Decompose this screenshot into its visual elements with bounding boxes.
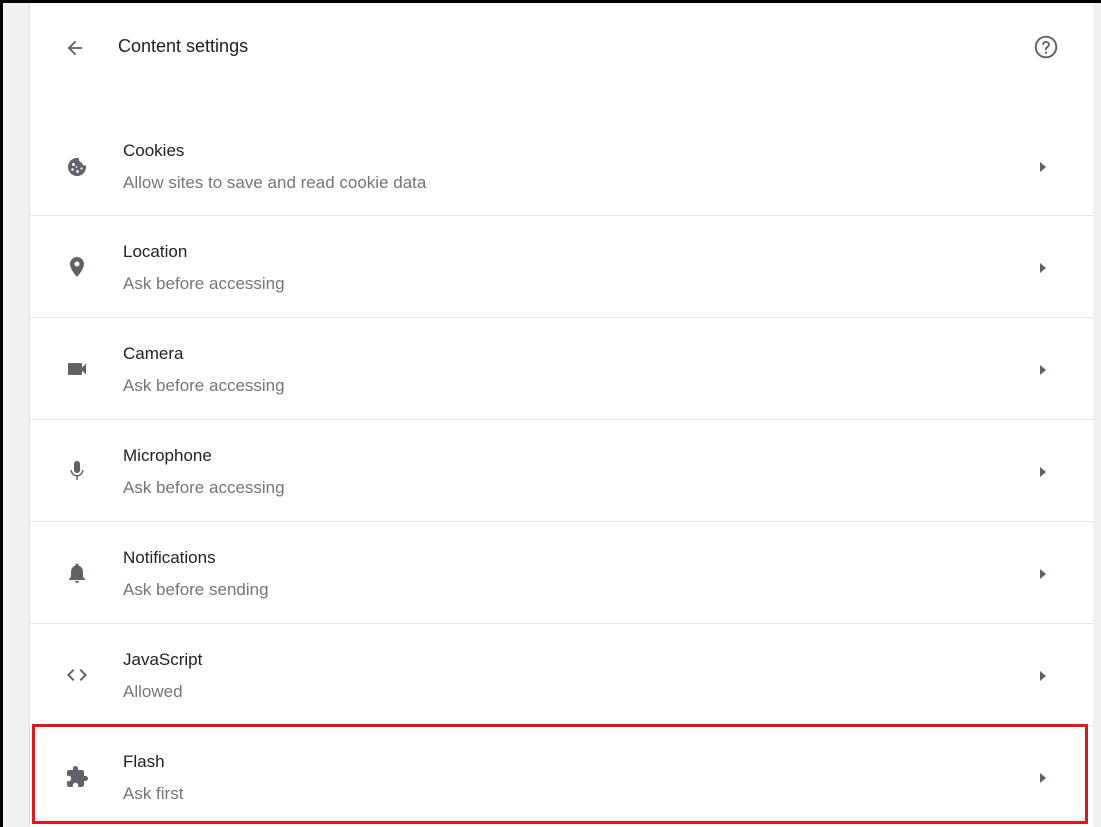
arrow-right-icon xyxy=(1036,771,1050,785)
arrow-right-icon xyxy=(1036,363,1050,377)
notifications-row[interactable]: Notifications Ask before sending xyxy=(30,522,1093,624)
microphone-row[interactable]: Microphone Ask before accessing xyxy=(30,420,1093,522)
camera-icon xyxy=(64,356,90,382)
setting-label: Camera xyxy=(123,344,184,363)
location-row[interactable]: Location Ask before accessing xyxy=(30,216,1093,318)
arrow-right-icon xyxy=(1036,465,1050,479)
setting-label: Cookies xyxy=(123,141,185,160)
location-text: Location Ask before accessing xyxy=(123,242,285,294)
flash-row[interactable]: Flash Ask first xyxy=(30,726,1093,827)
help-circle-icon xyxy=(1034,35,1058,59)
camera-row[interactable]: Camera Ask before accessing xyxy=(30,318,1093,420)
setting-status: Allow sites to save and read cookie data xyxy=(123,173,427,192)
flash-text: Flash Ask first xyxy=(123,752,183,804)
setting-status: Ask before accessing xyxy=(123,478,285,497)
setting-status: Ask before sending xyxy=(123,580,269,599)
puzzle-piece-icon xyxy=(64,764,90,790)
microphone-icon xyxy=(64,458,90,484)
setting-status: Ask first xyxy=(123,784,184,803)
setting-label: Flash xyxy=(123,752,165,771)
arrow-back-icon xyxy=(67,40,83,56)
cookies-text: Cookies Allow sites to save and read coo… xyxy=(123,141,426,193)
code-icon xyxy=(64,662,90,688)
cookie-icon xyxy=(64,154,90,180)
back-button[interactable] xyxy=(60,33,90,63)
javascript-text: JavaScript Allowed xyxy=(123,650,202,702)
page-background-left xyxy=(3,3,30,827)
help-button[interactable] xyxy=(1032,33,1060,61)
setting-label: Location xyxy=(123,242,188,261)
settings-header: Content settings xyxy=(30,3,1093,91)
bell-icon xyxy=(64,560,90,586)
setting-label: JavaScript xyxy=(123,650,203,669)
setting-label: Microphone xyxy=(123,446,212,465)
page-background-right xyxy=(1093,3,1101,827)
page-title: Content settings xyxy=(118,36,249,56)
setting-status: Ask before accessing xyxy=(123,376,285,395)
content-settings-list: Cookies Allow sites to save and read coo… xyxy=(30,117,1093,827)
arrow-right-icon xyxy=(1036,160,1050,174)
arrow-right-icon xyxy=(1036,261,1050,275)
notifications-text: Notifications Ask before sending xyxy=(123,548,269,600)
setting-label: Notifications xyxy=(123,548,216,567)
arrow-right-icon xyxy=(1036,669,1050,683)
javascript-row[interactable]: JavaScript Allowed xyxy=(30,624,1093,726)
microphone-text: Microphone Ask before accessing xyxy=(123,446,285,498)
camera-text: Camera Ask before accessing xyxy=(123,344,285,396)
setting-status: Ask before accessing xyxy=(123,274,285,293)
cookies-row[interactable]: Cookies Allow sites to save and read coo… xyxy=(30,117,1093,216)
location-pin-icon xyxy=(64,254,90,280)
content-settings-panel: Content settings Cookies Allow sites to … xyxy=(30,3,1093,827)
setting-status: Allowed xyxy=(123,682,183,701)
arrow-right-icon xyxy=(1036,567,1050,581)
